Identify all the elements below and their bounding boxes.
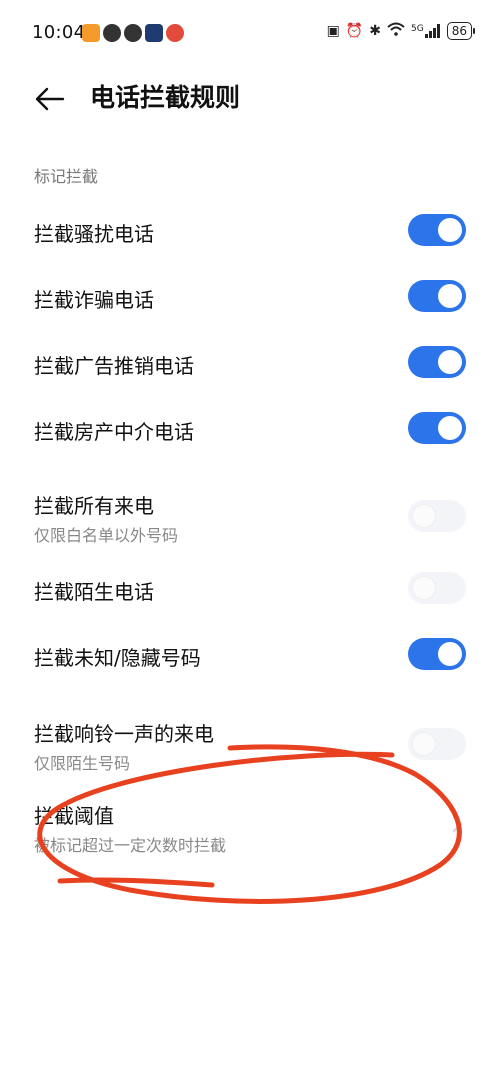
toggle-knob	[412, 732, 436, 756]
toggle-switch[interactable]	[408, 280, 466, 312]
setting-subtitle: 被标记超过一定次数时拦截	[34, 836, 227, 855]
robot-app-icon	[145, 24, 163, 42]
toggle-knob	[438, 218, 462, 242]
setting-row-advertising[interactable]: 拦截广告推销电话	[0, 330, 500, 394]
setting-title: 拦截房产中介电话	[34, 420, 194, 444]
system-icons: ▣ ⏰ ✱ 5G 86	[326, 22, 476, 40]
toggle-knob	[438, 642, 462, 666]
message-bubble-icon	[124, 24, 142, 42]
setting-row-strangers[interactable]: 拦截陌生电话	[0, 558, 500, 622]
setting-title: 拦截阈值	[34, 804, 114, 828]
nfc-icon: ▣	[326, 23, 340, 39]
section-label: 标记拦截	[34, 167, 99, 186]
setting-row-all-calls[interactable]: 拦截所有来电 仅限白名单以外号码	[0, 480, 500, 554]
toggle-knob	[438, 350, 462, 374]
status-bar: 10:04 ▣ ⏰ ✱ 5G 86	[0, 0, 500, 70]
toggle-switch[interactable]	[408, 346, 466, 378]
toggle-knob	[412, 576, 436, 600]
toggle-switch[interactable]	[408, 412, 466, 444]
alarm-icon: ⏰	[345, 23, 364, 39]
toggle-knob	[438, 284, 462, 308]
setting-title: 拦截响铃一声的来电	[34, 722, 214, 746]
setting-row-real-estate[interactable]: 拦截房产中介电话	[0, 396, 500, 460]
network-type-label: 5G	[411, 24, 424, 34]
status-time: 10:04	[32, 22, 86, 43]
setting-row-threshold[interactable]: 拦截阈值 被标记超过一定次数时拦截	[0, 794, 500, 868]
setting-row-harassment[interactable]: 拦截骚扰电话	[0, 200, 500, 264]
app-header: 电话拦截规则	[0, 70, 500, 130]
setting-subtitle: 仅限白名单以外号码	[34, 526, 179, 545]
setting-title: 拦截所有来电	[34, 494, 154, 518]
weibo-icon	[166, 24, 184, 42]
setting-title: 拦截诈骗电话	[34, 288, 154, 312]
setting-row-one-ring[interactable]: 拦截响铃一声的来电 仅限陌生号码	[0, 708, 500, 782]
toggle-knob	[438, 416, 462, 440]
setting-row-unknown-hidden[interactable]: 拦截未知/隐藏号码	[0, 624, 500, 688]
setting-title: 拦截骚扰电话	[34, 222, 154, 246]
chevron-right-icon	[453, 816, 462, 832]
toggle-switch[interactable]	[408, 572, 466, 604]
wifi-icon	[387, 22, 405, 40]
page-title: 电话拦截规则	[90, 83, 241, 112]
toggle-switch[interactable]	[408, 728, 466, 760]
battery-icon: 86	[446, 22, 476, 40]
setting-title: 拦截陌生电话	[34, 580, 154, 604]
toggle-switch[interactable]	[408, 500, 466, 532]
signal-icon: 5G	[411, 24, 441, 38]
toggle-switch[interactable]	[408, 214, 466, 246]
notification-icons	[82, 24, 184, 42]
bluetooth-icon: ✱	[369, 23, 382, 39]
shopping-app-icon	[82, 24, 100, 42]
setting-row-fraud[interactable]: 拦截诈骗电话	[0, 264, 500, 328]
battery-level: 86	[451, 24, 467, 38]
setting-subtitle: 仅限陌生号码	[34, 754, 131, 773]
back-arrow-icon[interactable]	[34, 83, 66, 115]
setting-title: 拦截未知/隐藏号码	[34, 646, 201, 670]
toggle-switch[interactable]	[408, 638, 466, 670]
toggle-knob	[412, 504, 436, 528]
wechat-icon	[103, 24, 121, 42]
setting-title: 拦截广告推销电话	[34, 354, 194, 378]
